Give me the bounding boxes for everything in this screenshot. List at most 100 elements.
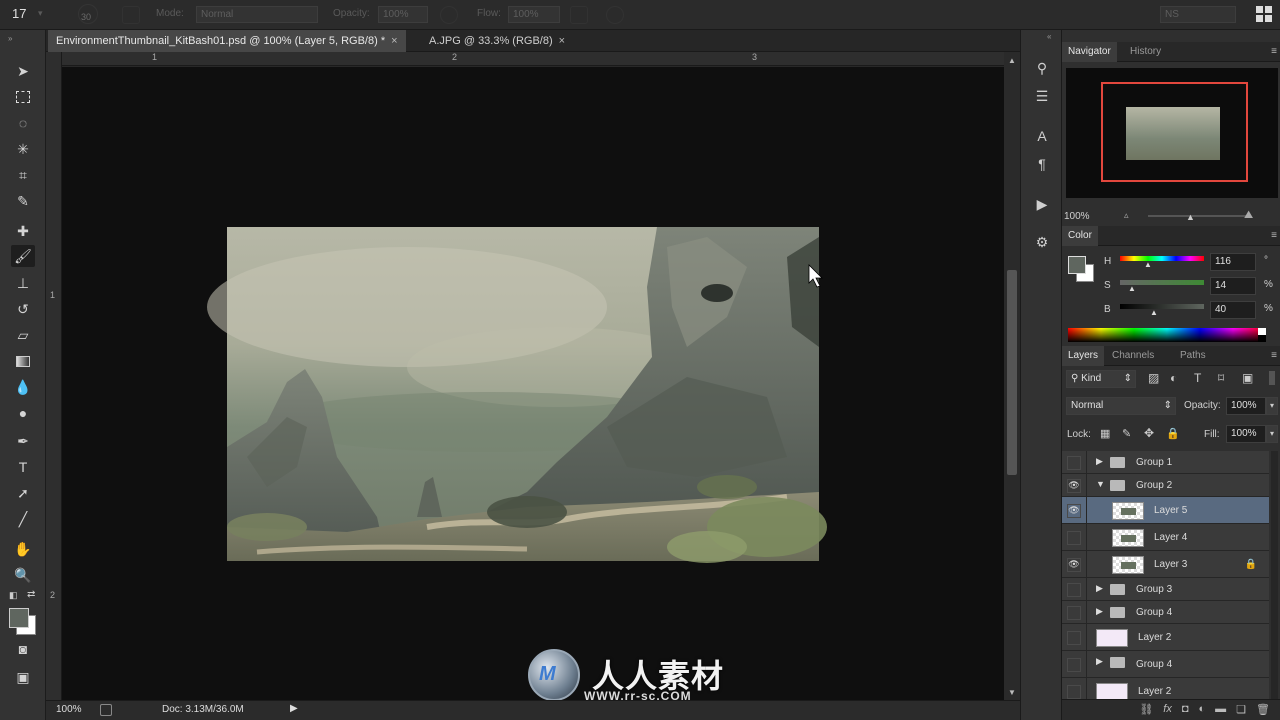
hue-slider[interactable] [1120, 256, 1204, 261]
quick-mask-icon[interactable]: ◙ [11, 638, 35, 660]
layer-row[interactable]: Layer 4 [1062, 524, 1269, 551]
layer-group-row[interactable]: ▶ Group 3 [1062, 578, 1269, 601]
visibility-eye-icon[interactable] [1067, 455, 1081, 470]
link-layers-icon[interactable]: ⛓ [1139, 703, 1153, 720]
visibility-eye-icon[interactable] [1067, 582, 1081, 597]
type-tool-icon[interactable]: T [11, 456, 35, 478]
layer-group-row[interactable]: 👁 ▼ Group 2 [1062, 474, 1269, 497]
hand-tool-icon[interactable]: ✋ [11, 538, 35, 560]
hue-slider-thumb[interactable]: ▲ [1144, 260, 1152, 269]
lock-all-icon[interactable]: 🔒 [1166, 427, 1180, 440]
tab-layers[interactable]: Layers [1062, 346, 1105, 366]
vertical-scrollbar[interactable]: ▲ ▼ [1004, 52, 1020, 700]
paragraph-panel-icon[interactable]: ¶ [1031, 154, 1053, 174]
move-tool-icon[interactable]: ➤ [11, 60, 35, 82]
scroll-down-icon[interactable]: ▼ [1008, 688, 1016, 697]
saturation-field[interactable]: 14 [1210, 277, 1256, 295]
zoom-level[interactable]: 100% [56, 704, 82, 715]
lock-position-icon[interactable]: ✥ [1144, 426, 1154, 440]
chevron-right-icon[interactable]: ▶ [1096, 583, 1103, 594]
brush-tool-icon[interactable]: 🖌 [11, 245, 35, 267]
lock-pixels-icon[interactable]: ✎ [1122, 427, 1131, 440]
filter-type-icon[interactable]: T [1194, 371, 1201, 385]
character-panel-icon[interactable]: A [1031, 126, 1053, 146]
clone-stamp-tool-icon[interactable]: ⊥ [11, 272, 35, 294]
zoom-slider-thumb[interactable]: ▲ [1186, 212, 1195, 222]
eraser-tool-icon[interactable]: ▱ [11, 324, 35, 346]
visibility-eye-icon[interactable] [1067, 657, 1081, 672]
scrollbar-thumb[interactable] [1007, 270, 1017, 475]
tab-color[interactable]: Color [1062, 226, 1098, 246]
pen-tool-icon[interactable]: ✒ [11, 430, 35, 452]
filter-adjustment-icon[interactable]: ◐ [1170, 371, 1177, 385]
status-export-icon[interactable] [100, 704, 112, 716]
layer-style-fx-icon[interactable]: fx [1163, 703, 1172, 720]
chevron-right-icon[interactable]: ▶ [1096, 606, 1103, 617]
visibility-eye-icon[interactable]: 👁 [1067, 503, 1081, 518]
brush-dropdown-icon[interactable]: ▾ [38, 8, 43, 19]
filter-toggle[interactable] [1269, 371, 1275, 385]
layer-group-row[interactable]: ▶ Group 1 [1062, 451, 1269, 474]
blur-tool-icon[interactable]: 💧 [11, 376, 35, 398]
new-layer-icon[interactable]: ❏ [1236, 703, 1246, 720]
filter-smart-object-icon[interactable]: ▣ [1242, 371, 1253, 385]
dodge-tool-icon[interactable]: ● [11, 402, 35, 424]
pressure-opacity-icon[interactable] [440, 6, 458, 24]
default-colors-icon[interactable]: ◧ [9, 590, 18, 601]
mode-select[interactable]: Normal [196, 6, 318, 23]
marquee-tool-icon[interactable] [11, 86, 35, 108]
navigator-view-box[interactable] [1101, 82, 1248, 182]
color-foreground-swatch[interactable] [1068, 256, 1086, 274]
tool-presets-icon[interactable]: ⚙ [1031, 232, 1053, 252]
close-icon[interactable]: × [391, 35, 397, 47]
tab-channels[interactable]: Channels [1106, 346, 1160, 366]
hue-field[interactable]: 116 [1210, 253, 1256, 271]
collapse-strip-icon[interactable]: « [1047, 32, 1051, 41]
filter-shape-icon[interactable]: ⌑ [1218, 371, 1224, 385]
panel-menu-icon[interactable]: ≡ [1271, 46, 1277, 57]
visibility-eye-icon[interactable] [1067, 605, 1081, 620]
layer-opacity-field[interactable]: 100% [1226, 397, 1266, 415]
visibility-eye-icon[interactable] [1067, 530, 1081, 545]
tab-a-jpg[interactable]: A.JPG @ 33.3% (RGB/8) × [421, 30, 573, 52]
black-swatch[interactable] [1258, 335, 1266, 342]
chevron-down-icon[interactable]: ▾ [1266, 425, 1278, 443]
layer-group-row[interactable]: ▶ Group 4 [1062, 601, 1269, 624]
saturation-slider-thumb[interactable]: ▲ [1128, 284, 1136, 293]
flow-field[interactable]: 100% [508, 6, 560, 23]
scroll-up-icon[interactable]: ▲ [1008, 56, 1016, 65]
pressure-size-icon[interactable] [606, 6, 624, 24]
lock-transparent-icon[interactable]: ▦ [1100, 427, 1110, 440]
lasso-tool-icon[interactable]: ◌ [11, 112, 35, 134]
layers-list[interactable]: ▶ Group 1 👁 ▼ Group 2 👁 Layer 5 Layer 4 👁 Layer 3… [1062, 451, 1269, 699]
navigator-preview[interactable] [1066, 68, 1278, 198]
brush-presets-icon[interactable]: ⚲ [1031, 58, 1053, 78]
swap-colors-icon[interactable]: ⇄ [27, 589, 35, 600]
line-tool-icon[interactable]: ╱ [11, 508, 35, 530]
brush-panel-toggle-icon[interactable] [122, 6, 140, 24]
tab-navigator[interactable]: Navigator [1062, 42, 1117, 62]
panel-menu-icon[interactable]: ≡ [1271, 230, 1277, 241]
navigator-zoom-value[interactable]: 100% [1064, 211, 1090, 222]
brightness-field[interactable]: 40 [1210, 301, 1256, 319]
visibility-eye-icon[interactable] [1067, 684, 1081, 699]
blend-mode-select[interactable]: Normal ⇕ [1066, 397, 1176, 415]
visibility-eye-icon[interactable]: 👁 [1067, 557, 1081, 572]
layer-row[interactable]: Layer 2 [1062, 624, 1269, 651]
chevron-down-icon[interactable]: ▾ [1266, 397, 1278, 415]
new-group-icon[interactable]: ▬ [1215, 703, 1226, 720]
collapse-toolbar-icon[interactable]: » [8, 34, 12, 43]
workspace-grid-icon[interactable] [1256, 6, 1272, 22]
workspace-select[interactable]: NS [1160, 6, 1236, 23]
layer-row[interactable]: Layer 2 [1062, 678, 1269, 699]
layer-row[interactable]: 👁 Layer 5 [1062, 497, 1269, 524]
airbrush-icon[interactable] [570, 6, 588, 24]
magic-wand-tool-icon[interactable]: ✳ [11, 138, 35, 160]
filter-pixel-icon[interactable]: ▨ [1148, 371, 1159, 385]
gradient-tool-icon[interactable] [11, 350, 35, 372]
layer-group-row[interactable]: ▶ Group 4 [1062, 651, 1269, 678]
foreground-color-swatch[interactable] [9, 608, 29, 628]
delete-layer-icon[interactable]: 🗑 [1256, 703, 1270, 720]
visibility-eye-icon[interactable]: 👁 [1067, 478, 1081, 493]
eyedropper-tool-icon[interactable]: ✎ [11, 190, 35, 212]
